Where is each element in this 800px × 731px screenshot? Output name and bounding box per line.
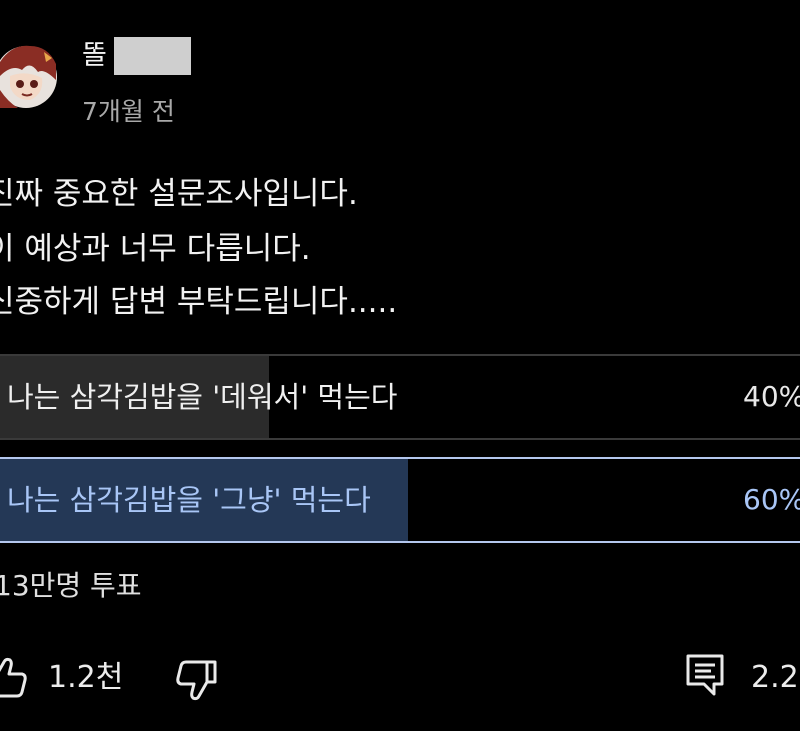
redacted-name-block [114,37,191,75]
post-text-line: 진짜 중요한 설문조사입니다. [0,176,358,212]
author-name[interactable]: 똘 [82,36,107,76]
like-count: 1.2천 [48,660,124,695]
comment-count: 2.2천 [751,660,800,695]
poll-option-label: 나는 삼각김밥을 '데워서' 먹는다 [7,380,398,414]
post-timestamp: 7개월 전 [82,97,175,126]
thumbs-down-icon [176,660,217,701]
dislike-button[interactable] [175,656,219,704]
poll-option-warm[interactable]: 나는 삼각김밥을 '데워서' 먹는다 40% [0,354,800,440]
thumbs-up-icon [0,657,27,698]
like-button[interactable] [0,654,28,702]
author-avatar[interactable] [0,40,58,114]
poll-option-label: 나는 삼각김밥을 '그냥' 먹는다 [7,483,371,517]
poll-option-percent: 40% [743,380,800,413]
poll-option-plain[interactable]: 나는 삼각김밥을 '그냥' 먹는다 60% [0,457,800,543]
comment-icon [686,654,724,696]
poll-option-percent: 60% [743,483,800,516]
post-text-line: 신중하게 답변 부탁드립니다..... [0,284,398,320]
post-text-line: 이 예상과 너무 다릅니다. [0,231,311,267]
comment-button[interactable] [684,652,726,698]
poll-vote-count: 13만명 투표 [0,569,142,602]
